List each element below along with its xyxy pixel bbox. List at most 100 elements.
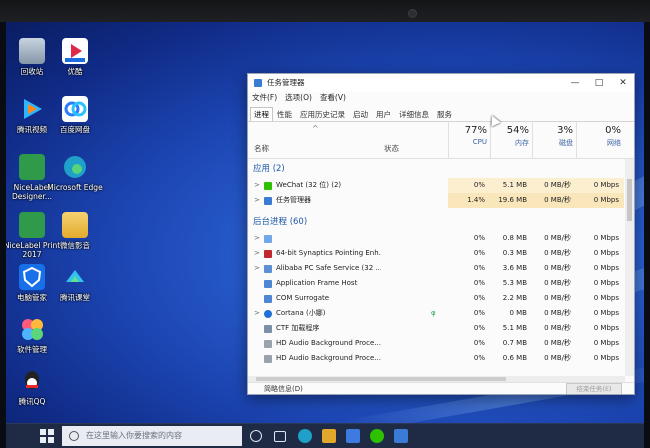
cpu-value: 1.4% [448, 193, 490, 208]
desktop-icon-qq[interactable]: 腾讯QQ [6, 368, 61, 406]
file-explorer-icon[interactable] [322, 429, 336, 443]
process-name: Cortana (小娜) [276, 309, 326, 317]
store-icon[interactable] [346, 429, 360, 443]
start-button[interactable] [40, 429, 54, 443]
memory-value: 5.3 MB [502, 279, 527, 287]
column-name[interactable]: 名称 [254, 143, 269, 154]
fewer-details-link[interactable]: 简略信息(D) [264, 384, 303, 394]
cpu-value: 0% [473, 354, 485, 362]
nicelabel-print-icon [19, 212, 45, 238]
vertical-scrollbar[interactable] [625, 159, 634, 376]
memory-value: 0 MB [509, 309, 527, 317]
disk-value: 0 MB/秒 [544, 354, 571, 362]
audio-icon [264, 340, 272, 348]
cpu-value: 0% [473, 264, 485, 272]
task-manager-icon[interactable] [394, 429, 408, 443]
column-disk[interactable]: 3% 磁盘 [532, 122, 576, 158]
expand-chevron-icon[interactable]: > [254, 178, 260, 193]
group-background[interactable]: 后台进程 (60) [253, 215, 307, 227]
scroll-thumb[interactable] [627, 179, 632, 221]
process-name: HD Audio Background Proce... [276, 354, 381, 362]
maximize-button[interactable]: □ [588, 75, 610, 91]
expand-chevron-icon[interactable]: > [254, 231, 260, 246]
expand-chevron-icon[interactable]: > [254, 246, 260, 261]
tab-processes[interactable]: 进程 [250, 107, 273, 122]
memory-value: 0.6 MB [502, 354, 527, 362]
scroll-thumb[interactable] [256, 377, 506, 381]
network-value: 0 Mbps [593, 264, 619, 272]
network-value: 0 Mbps [593, 309, 619, 317]
wechat-icon[interactable] [370, 429, 384, 443]
table-row[interactable]: CTF 加载程序 0% 5.1 MB 0 MB/秒 0 Mbps [248, 321, 624, 336]
taskbar-search[interactable]: 在这里输入你要搜索的内容 [62, 426, 242, 446]
process-name: 任务管理器 [276, 196, 311, 204]
table-row[interactable]: > Alibaba PC Safe Service (32 ... 0% 3.6… [248, 261, 624, 276]
title-bar[interactable]: 任务管理器 — □ ✕ [248, 74, 634, 92]
table-row[interactable]: HD Audio Background Proce... 0% 0.7 MB 0… [248, 336, 624, 351]
group-apps[interactable]: 应用 (2) [253, 162, 285, 174]
column-memory[interactable]: 54% 内存 [490, 122, 532, 158]
tab-app-history[interactable]: 应用历史记录 [296, 107, 349, 122]
column-header: ^ 名称 状态 77% CPU 54% 内存 3% 磁盘 0% 网络 [248, 122, 634, 158]
task-manager-window: 任务管理器 — □ ✕ 文件(F) 选项(O) 查看(V) 进程 性能 应用历史记录 启动… [247, 73, 635, 395]
table-row[interactable]: Application Frame Host 0% 5.3 MB 0 MB/秒 … [248, 276, 624, 291]
cpu-value: 0% [473, 309, 485, 317]
webcam [408, 9, 417, 18]
network-value: 0 Mbps [593, 324, 619, 332]
expand-chevron-icon[interactable]: > [254, 261, 260, 276]
table-row[interactable]: > WeChat (32 位) (2) 0% 5.1 MB 0 MB/秒 0 M… [248, 178, 624, 193]
table-row[interactable]: HD Audio Background Proce... 0% 0.6 MB 0… [248, 351, 624, 366]
desktop-icon-label: 软件管理 [17, 345, 47, 354]
desktop-icon-baidu-netdisk[interactable]: 百度网盘 [46, 96, 104, 134]
network-value: 0 Mbps [593, 234, 619, 242]
expand-chevron-icon[interactable]: > [254, 193, 260, 208]
column-network[interactable]: 0% 网络 [576, 122, 624, 158]
cortana-icon[interactable] [250, 430, 262, 442]
table-row[interactable]: > Cortana (小娜) φ 0% 0 MB 0 MB/秒 0 Mbps [248, 306, 624, 321]
desktop-icon-edge[interactable]: Microsoft Edge [46, 154, 104, 192]
tab-services[interactable]: 服务 [433, 107, 456, 122]
network-value: 0 Mbps [593, 249, 619, 257]
menu-file[interactable]: 文件(F) [248, 92, 281, 104]
table-row[interactable]: > 任务管理器 1.4% 19.6 MB 0 MB/秒 0 Mbps [248, 193, 624, 208]
desktop: 回收站 优酷 腾讯视频 百度网盘 NiceLabel Designer... M… [6, 22, 644, 448]
task-view-icon[interactable] [274, 431, 286, 442]
desktop-icon-tencent-classroom[interactable]: 腾讯课堂 [46, 264, 104, 302]
memory-value: 3.6 MB [502, 264, 527, 272]
disk-label: 磁盘 [559, 139, 573, 147]
table-row[interactable]: > 64-bit Synaptics Pointing Enh... 0% 0.… [248, 246, 624, 261]
disk-value: 0 MB/秒 [544, 324, 571, 332]
desktop-icon-label: 腾讯QQ [18, 397, 46, 406]
menu-options[interactable]: 选项(O) [281, 92, 316, 104]
tab-users[interactable]: 用户 [372, 107, 395, 122]
menu-view[interactable]: 查看(V) [316, 92, 350, 104]
baidu-netdisk-icon [62, 96, 88, 122]
cpu-value: 0% [473, 294, 485, 302]
memory-value: 0.8 MB [502, 234, 527, 242]
cpu-value: 0% [473, 339, 485, 347]
desktop-icon-folder[interactable]: 微信影音 [46, 212, 104, 250]
column-cpu[interactable]: 77% CPU [448, 122, 490, 158]
process-name: CTF 加载程序 [276, 324, 320, 332]
desktop-icon-youku[interactable]: 优酷 [46, 38, 104, 76]
edge-icon[interactable] [298, 429, 312, 443]
expand-chevron-icon[interactable]: > [254, 306, 260, 321]
alibaba-icon [264, 265, 272, 273]
task-manager-icon [254, 79, 262, 87]
network-value: 0 Mbps [593, 279, 619, 287]
youku-icon [62, 38, 88, 64]
close-button[interactable]: ✕ [612, 75, 634, 91]
desktop-icon-software-manager[interactable]: 软件管理 [6, 316, 61, 354]
footer: 简略信息(D) 结束任务(E) [248, 382, 634, 394]
table-row[interactable]: COM Surrogate 0% 2.2 MB 0 MB/秒 0 Mbps [248, 291, 624, 306]
column-status[interactable]: 状态 [384, 143, 399, 154]
table-row[interactable]: > 0% 0.8 MB 0 MB/秒 0 Mbps [248, 231, 624, 246]
tab-performance[interactable]: 性能 [273, 107, 296, 122]
minimize-button[interactable]: — [564, 75, 586, 91]
tab-startup[interactable]: 启动 [349, 107, 372, 122]
end-task-button[interactable]: 结束任务(E) [566, 383, 622, 394]
tab-details[interactable]: 详细信息 [395, 107, 433, 122]
recycle-bin-icon [19, 38, 45, 64]
process-name: WeChat (32 位) (2) [276, 181, 342, 189]
sort-arrow-icon: ^ [312, 124, 319, 133]
